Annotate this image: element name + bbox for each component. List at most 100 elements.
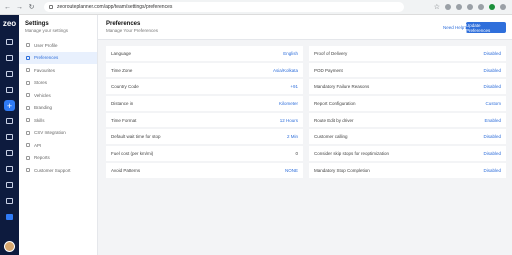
sidebar-item-branding[interactable]: Branding <box>19 102 97 115</box>
sidebar-item-icon <box>26 143 30 148</box>
page-title: Preferences <box>106 21 141 27</box>
preference-value[interactable]: Disabled <box>483 51 501 56</box>
preference-value[interactable]: Kilometer <box>279 101 298 106</box>
sidebar-item-preferences[interactable]: Preferences <box>19 51 97 64</box>
rail-analytics[interactable] <box>0 145 19 161</box>
sidebar-item-customer-support[interactable]: Customer Support <box>19 164 97 177</box>
preference-row: Consider skip stops for reoptimization Di… <box>309 146 506 161</box>
sidebar-item-label: Stores <box>34 80 48 86</box>
preference-row: Default wait time for stop 2 Min <box>106 129 303 145</box>
extension-icon[interactable] <box>456 4 462 10</box>
sidebar-item-icon <box>26 93 30 98</box>
extension-icon[interactable] <box>467 4 473 10</box>
rail-dispatch[interactable] <box>0 82 19 98</box>
menu-icon[interactable] <box>500 4 506 10</box>
preference-label: Mandatory Failure Reasons <box>314 84 370 90</box>
sidebar-item-user-profile[interactable]: User Profile <box>19 39 97 52</box>
plug-icon <box>6 166 13 172</box>
preference-value[interactable]: 12 Hours <box>280 118 298 123</box>
sidebar-item-icon <box>26 130 30 135</box>
sidebar-item-label: Branding <box>34 105 53 111</box>
page-subtitle: Manage Your Preferences <box>106 28 159 33</box>
sidebar-item-label: Reports <box>34 155 50 161</box>
page-header: Preferences Manage Your Preferences Need… <box>98 15 512 40</box>
preference-label: Report Configuration <box>314 100 356 106</box>
sidebar-item-vehicles[interactable]: Vehicles <box>19 89 97 102</box>
preference-value[interactable]: Disabled <box>483 151 501 156</box>
star-icon[interactable]: ☆ <box>434 3 440 11</box>
dispatch-icon <box>6 87 13 93</box>
main-content: Preferences Manage Your Preferences Need… <box>98 15 512 255</box>
sidebar-item-icon <box>26 105 30 110</box>
preference-row: Language English <box>106 46 303 61</box>
billing-icon <box>6 198 13 204</box>
update-preferences-button[interactable]: Update Preferences <box>466 22 506 33</box>
preference-value[interactable]: Enabled <box>484 118 501 123</box>
preference-row: Mandatory Failure Reasons Disabled <box>309 79 506 95</box>
chart-icon <box>6 150 13 156</box>
preference-value[interactable]: 2 Min <box>287 134 298 139</box>
sidebar-item-icon <box>26 55 30 60</box>
rail-routes[interactable] <box>0 50 19 66</box>
preference-value[interactable]: Disabled <box>483 168 501 173</box>
preference-value[interactable]: Asia/Kolkata <box>273 68 298 73</box>
preference-row: Route Edit by driver Enabled <box>309 112 506 128</box>
rail-billing[interactable] <box>0 193 19 209</box>
rail-search[interactable] <box>0 113 19 129</box>
need-help-link[interactable]: Need Help? <box>443 25 467 30</box>
sidebar-item-stores[interactable]: Stores <box>19 77 97 90</box>
preference-label: Default wait time for stop <box>111 134 161 140</box>
sidebar-item-label: API <box>34 142 42 148</box>
sidebar-item-skills[interactable]: Skills <box>19 114 97 127</box>
preference-value[interactable]: Disabled <box>483 84 501 89</box>
route-icon <box>6 55 13 61</box>
preference-label: Language <box>111 50 132 56</box>
sidebar-item-label: Favourites <box>34 67 56 73</box>
preference-value[interactable]: +91 <box>290 84 298 89</box>
sidebar-item-csv-integration[interactable]: CSV Integration <box>19 127 97 140</box>
preference-label: Distance in <box>111 100 134 106</box>
back-icon[interactable]: ← <box>3 3 12 12</box>
rail-home[interactable] <box>0 34 19 50</box>
preference-label: Proof of Delivery <box>314 50 348 56</box>
address-bar[interactable]: zeorouteplanner.com/app/team/settings/pr… <box>44 2 404 12</box>
rail-settings[interactable] <box>0 209 19 225</box>
profile-avatar-icon[interactable] <box>489 4 495 10</box>
extension-icon[interactable] <box>478 4 484 10</box>
preference-row: Distance in Kilometer <box>106 96 303 111</box>
preference-value[interactable]: Custom <box>485 101 501 106</box>
rail-drivers[interactable] <box>0 66 19 82</box>
preferences-grid: Language English Proof of Delivery Disabled… <box>106 46 506 178</box>
sidebar-title: Settings <box>25 21 49 27</box>
preference-label: Fuel cost (per km/mi) <box>111 150 154 156</box>
preference-row: Avoid Patterns NONE <box>106 162 303 178</box>
add-icon[interactable]: + <box>4 100 15 111</box>
avatar[interactable] <box>4 241 15 252</box>
sidebar-subtitle: Manage your settings <box>25 28 69 33</box>
preference-value[interactable]: Disabled <box>483 134 501 139</box>
preference-value[interactable]: NONE <box>285 168 298 173</box>
forward-icon[interactable]: → <box>15 3 24 12</box>
extension-icon[interactable] <box>445 4 451 10</box>
sidebar-item-icon <box>26 43 30 48</box>
reload-icon[interactable]: ↻ <box>27 3 36 12</box>
sidebar-item-label: Preferences <box>34 55 59 61</box>
rail-cloud[interactable] <box>0 177 19 193</box>
preference-row: Proof of Delivery Disabled <box>309 46 506 61</box>
sidebar-item-icon <box>26 80 30 85</box>
preference-label: Mandatory Stop Completion <box>314 167 370 173</box>
sidebar-item-label: Vehicles <box>34 92 51 98</box>
rail-messages[interactable] <box>0 129 19 145</box>
message-icon <box>6 134 13 140</box>
preference-row: Mandatory Stop Completion Disabled <box>309 162 506 178</box>
sidebar-item-api[interactable]: API <box>19 139 97 152</box>
settings-sidebar: Settings Manage your settings User Profi… <box>19 15 98 255</box>
sidebar-item-reports[interactable]: Reports <box>19 152 97 165</box>
sidebar-item-favourites[interactable]: Favourites <box>19 64 97 77</box>
preference-value[interactable]: English <box>283 51 298 56</box>
browser-extension-icons: ☆ <box>434 3 506 11</box>
sidebar-item-icon <box>26 168 30 173</box>
preference-value[interactable]: Disabled <box>483 68 501 73</box>
rail-integrations[interactable] <box>0 161 19 177</box>
browser-toolbar: ← → ↻ zeorouteplanner.com/app/team/setti… <box>0 0 512 15</box>
